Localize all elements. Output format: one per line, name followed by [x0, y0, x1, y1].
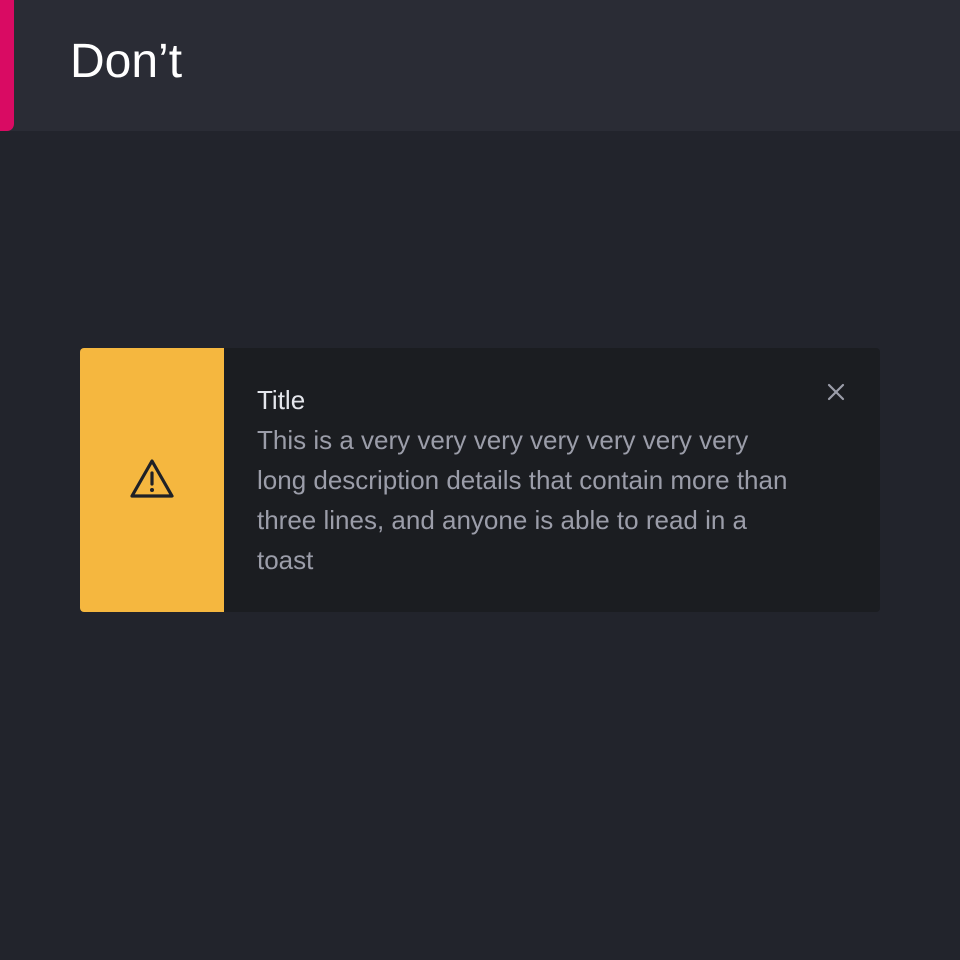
page-title: Don’t [70, 35, 183, 88]
close-icon [827, 383, 845, 401]
toast-close-button[interactable] [820, 376, 852, 408]
toast-description: This is a very very very very very very … [257, 425, 788, 575]
warning-triangle-icon [130, 459, 174, 498]
toast-title: Title [257, 385, 306, 415]
warning-toast: Title This is a very very very very very… [80, 348, 880, 612]
toast-accent-panel [80, 348, 224, 612]
toast-content: Title This is a very very very very very… [257, 380, 797, 580]
header-accent-bar [0, 0, 14, 131]
page-header: Don’t [0, 0, 960, 131]
